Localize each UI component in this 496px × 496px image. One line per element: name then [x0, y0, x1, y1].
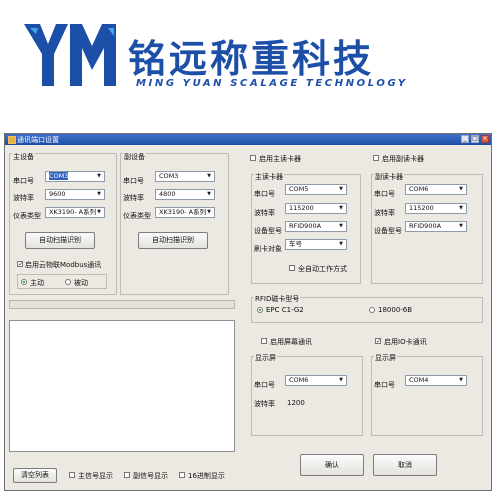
screen-checkbox[interactable]: [261, 338, 267, 344]
chevron-down-icon: ▼: [459, 186, 463, 192]
chevron-down-icon: ▼: [207, 173, 211, 179]
main-reader-title: 主读卡器: [254, 172, 284, 182]
rfid-title: RFID磁卡型号: [254, 294, 301, 304]
brand-name-cn: 铭远称重科技: [128, 37, 375, 81]
sub-reader-title: 副读卡器: [374, 172, 404, 182]
cancel-button[interactable]: 取消: [373, 454, 437, 476]
sub-scan-button[interactable]: 自动扫描识别: [138, 232, 208, 249]
main-port-label: 串口号: [13, 177, 34, 185]
log-list[interactable]: [9, 320, 235, 452]
chevron-down-icon: ▼: [459, 377, 463, 383]
io-port-label: 串口号: [374, 381, 395, 389]
sub-port-select[interactable]: COM3 ▼: [155, 171, 215, 182]
main-baud-select[interactable]: 9600 ▼: [45, 189, 105, 200]
screen-baud-label: 波特率: [254, 400, 275, 408]
ok-button[interactable]: 确认: [300, 454, 364, 476]
main-type-select[interactable]: XK3190- A系列 ▼: [45, 207, 105, 218]
app-icon: [8, 136, 16, 144]
clear-list-button[interactable]: 清空列表: [13, 468, 57, 483]
main-reader-checkbox[interactable]: [250, 155, 256, 161]
chevron-down-icon: ▼: [339, 223, 343, 229]
main-type-label: 仪表类型: [13, 212, 41, 220]
screen-group: [251, 356, 363, 436]
io-enable-label: 启用IO卡通讯: [384, 338, 427, 346]
sub-signal-checkbox[interactable]: [124, 472, 130, 478]
status-bar: [9, 300, 235, 309]
maximize-icon[interactable]: □: [471, 135, 479, 143]
sub-reader-checkbox[interactable]: [373, 155, 379, 161]
chevron-down-icon: ▼: [339, 241, 343, 247]
chevron-down-icon: ▼: [459, 205, 463, 211]
brand-logo: [24, 24, 116, 86]
chevron-down-icon: ▼: [207, 191, 211, 197]
chevron-down-icon: ▼: [97, 173, 101, 179]
reader-target-select[interactable]: 车号 ▼: [285, 239, 347, 250]
main-port-select[interactable]: COM3 ▼: [45, 171, 105, 182]
chevron-down-icon: ▼: [97, 209, 101, 215]
screen-port-select[interactable]: COM6 ▼: [285, 375, 347, 386]
reader-baud-label: 波特率: [254, 209, 275, 217]
reader-target-label: 刷卡对象: [254, 245, 282, 253]
screen-enable-label: 启用屏幕通讯: [270, 338, 312, 346]
auto-mode-checkbox[interactable]: [289, 265, 295, 271]
screen-baud-value: 1200: [287, 399, 305, 407]
sub-reader-enable-label: 启用副读卡器: [382, 155, 424, 163]
minimize-icon[interactable]: _: [461, 135, 469, 143]
chevron-down-icon: ▼: [339, 186, 343, 192]
port-settings-window: 通讯端口设置 _ □ × 主设备 串口号 COM3 ▼ 波特率 9600 ▼ 仪表类…: [4, 133, 492, 491]
chevron-down-icon: ▼: [207, 209, 211, 215]
sub-reader-model-label: 设备型号: [374, 227, 402, 235]
sub-type-label: 仪表类型: [123, 212, 151, 220]
radio-master-label: 主动: [30, 279, 44, 287]
radio-slave-label: 被动: [74, 279, 88, 287]
rfid-epc-radio[interactable]: [257, 307, 263, 313]
cloud-modbus-checkbox[interactable]: ✓: [17, 261, 23, 268]
sub-port-label: 串口号: [123, 177, 144, 185]
rfid-18000-radio[interactable]: [369, 307, 375, 313]
reader-model-label: 设备型号: [254, 227, 282, 235]
rfid-18000-label: 18000-6B: [378, 306, 413, 314]
io-port-select[interactable]: COM4 ▼: [405, 375, 467, 386]
window-titlebar: 通讯端口设置 _ □ ×: [5, 134, 491, 145]
sub-type-select[interactable]: XK3190- A系列 ▼: [155, 207, 215, 218]
sub-device-title: 副设备: [123, 152, 146, 162]
hex-display-checkbox[interactable]: [179, 472, 185, 478]
chevron-down-icon: ▼: [339, 205, 343, 211]
sub-reader-model-select[interactable]: RFID900A ▼: [405, 221, 467, 232]
main-signal-label: 主信号显示: [78, 472, 113, 480]
sub-reader-baud-select[interactable]: 115200 ▼: [405, 203, 467, 214]
screen-title: 显示屏: [254, 353, 277, 363]
sub-signal-label: 副信号显示: [133, 472, 168, 480]
sub-baud-select[interactable]: 4800 ▼: [155, 189, 215, 200]
rfid-epc-label: EPC C1-G2: [266, 306, 304, 314]
chevron-down-icon: ▼: [459, 223, 463, 229]
hex-display-label: 16进制显示: [188, 472, 225, 480]
io-group: [371, 356, 483, 436]
screen-port-label: 串口号: [254, 381, 275, 389]
main-baud-label: 波特率: [13, 194, 34, 202]
sub-reader-port-label: 串口号: [374, 190, 395, 198]
chevron-down-icon: ▼: [97, 191, 101, 197]
main-device-title: 主设备: [12, 152, 35, 162]
close-icon[interactable]: ×: [481, 135, 489, 143]
brand-name-en: MING YUAN SCALAGE TECHNOLOGY: [136, 78, 408, 89]
cloud-modbus-label: 启用云物联Modbus通讯: [25, 261, 102, 269]
reader-model-select[interactable]: RFID900A ▼: [285, 221, 347, 232]
window-title: 通讯端口设置: [17, 136, 59, 144]
reader-baud-select[interactable]: 115200 ▼: [285, 203, 347, 214]
auto-mode-label: 全自动工作方式: [298, 265, 347, 273]
main-scan-button[interactable]: 自动扫描识别: [25, 232, 95, 249]
main-reader-enable-label: 启用主读卡器: [259, 155, 301, 163]
sub-reader-port-select[interactable]: COM6 ▼: [405, 184, 467, 195]
main-signal-checkbox[interactable]: [69, 472, 75, 478]
sub-reader-baud-label: 波特率: [374, 209, 395, 217]
radio-master[interactable]: [21, 279, 27, 285]
io-title: 显示屏: [374, 353, 397, 363]
chevron-down-icon: ▼: [339, 377, 343, 383]
reader-port-label: 串口号: [254, 190, 275, 198]
radio-slave[interactable]: [65, 279, 71, 285]
io-checkbox[interactable]: ✓: [375, 338, 381, 345]
sub-baud-label: 波特率: [123, 194, 144, 202]
reader-port-select[interactable]: COM5 ▼: [285, 184, 347, 195]
